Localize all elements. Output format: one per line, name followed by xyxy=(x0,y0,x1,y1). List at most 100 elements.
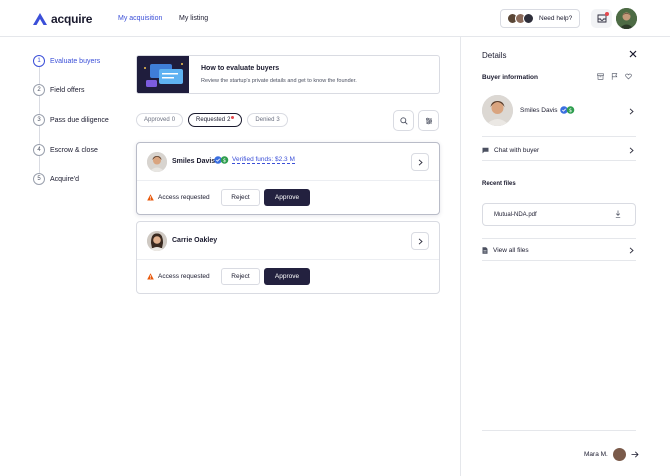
warning-icon xyxy=(147,273,154,280)
step-label: Pass due diligence xyxy=(50,116,109,124)
avatar xyxy=(523,13,534,24)
step-number: 1 xyxy=(33,55,45,67)
view-all-label: View all files xyxy=(493,247,529,254)
step-number: 3 xyxy=(33,114,45,126)
access-status: Access requested xyxy=(147,194,210,201)
open-buyer-button[interactable] xyxy=(411,232,429,250)
chevron-right-icon xyxy=(629,108,634,115)
tab-count: 2 xyxy=(227,117,231,123)
chat-label: Chat with buyer xyxy=(494,147,540,154)
logo-icon xyxy=(33,13,47,25)
avatar xyxy=(147,231,167,251)
inbox-button[interactable] xyxy=(591,9,612,28)
nav-my-acquisition[interactable]: My acquisition xyxy=(118,15,162,22)
download-icon[interactable] xyxy=(615,210,621,218)
chevron-right-icon xyxy=(418,237,423,245)
verified-funds[interactable]: $ Verified funds: $2.3 M xyxy=(214,156,295,164)
buyer-profile-row[interactable]: Smiles Davis $ xyxy=(482,95,636,131)
flag-icon[interactable] xyxy=(611,73,618,80)
step-number: 2 xyxy=(33,84,45,96)
notification-dot xyxy=(605,12,609,16)
tab-approved[interactable]: Approved 0 xyxy=(136,113,184,127)
user-avatar-image xyxy=(616,8,637,29)
step-label: Evaluate buyers xyxy=(50,57,101,65)
owner-name: Mara M. xyxy=(584,451,608,458)
chat-illustration-icon xyxy=(137,56,189,93)
tab-count: 0 xyxy=(171,117,176,123)
arrow-right-icon[interactable] xyxy=(631,451,639,458)
step-label: Field offers xyxy=(50,86,85,94)
need-help-button[interactable]: Need help? xyxy=(500,9,580,28)
chevron-right-icon xyxy=(629,147,634,154)
recent-files-title: Recent files xyxy=(482,181,516,187)
buyer-card[interactable]: Smiles Davis $ Verified funds: $2.3 M Ac… xyxy=(136,142,440,215)
step-number: 5 xyxy=(33,173,45,185)
banner-subtitle: Review the startup's private details and… xyxy=(201,78,357,84)
approve-button[interactable]: Approve xyxy=(264,189,310,206)
step-pass-due-diligence[interactable]: 3 Pass due diligence xyxy=(33,114,109,126)
reject-button[interactable]: Reject xyxy=(221,268,260,285)
panel-title: Details xyxy=(482,51,507,60)
tab-label: Requested xyxy=(196,117,226,123)
file-name: Mutual-NDA.pdf xyxy=(494,211,537,218)
banner-illustration xyxy=(137,56,189,93)
archive-icon[interactable] xyxy=(597,73,604,80)
open-buyer-button[interactable] xyxy=(411,153,429,171)
top-nav: acquire My acquisition My listing Need h… xyxy=(0,0,670,37)
step-escrow-close[interactable]: 4 Escrow & close xyxy=(33,144,98,156)
step-acquired[interactable]: 5 Acquire'd xyxy=(33,173,79,185)
status-label: Access requested xyxy=(158,194,210,201)
chevron-right-icon xyxy=(418,158,423,166)
need-help-label: Need help? xyxy=(539,15,573,22)
verified-badge-icon: $ xyxy=(560,106,575,114)
reject-button[interactable]: Reject xyxy=(221,189,260,206)
step-field-offers[interactable]: 2 Field offers xyxy=(33,84,85,96)
brand-name: acquire xyxy=(51,12,93,26)
divider xyxy=(482,238,636,239)
step-label: Acquire'd xyxy=(50,175,79,183)
tab-count: 3 xyxy=(276,117,280,123)
heart-icon[interactable] xyxy=(625,73,632,80)
buyer-actions xyxy=(597,73,632,80)
advisor-avatars xyxy=(507,13,534,24)
svg-text:$: $ xyxy=(569,108,572,114)
close-icon[interactable] xyxy=(629,50,637,58)
banner-title: How to evaluate buyers xyxy=(201,65,280,72)
view-all-files-row[interactable]: View all files xyxy=(482,241,636,261)
search-icon xyxy=(399,116,408,125)
brand-logo[interactable]: acquire xyxy=(33,12,92,26)
search-button[interactable] xyxy=(393,110,414,131)
filter-button[interactable] xyxy=(418,110,439,131)
listing-owner[interactable]: Mara M. xyxy=(584,448,639,461)
buyer-card[interactable]: Carrie Oakley Access requested Reject Ap… xyxy=(136,221,440,294)
divider xyxy=(482,430,636,431)
step-number: 4 xyxy=(33,144,45,156)
status-label: Access requested xyxy=(158,273,210,280)
avatar xyxy=(612,448,626,461)
tab-label: Denied xyxy=(255,117,275,123)
chevron-right-icon xyxy=(629,247,634,254)
chat-icon xyxy=(482,147,489,154)
access-status: Access requested xyxy=(147,273,210,280)
buyer-name: Carrie Oakley xyxy=(172,237,218,244)
buyer-info-title: Buyer information xyxy=(482,74,538,81)
buyer-name: Smiles Davis xyxy=(520,107,558,114)
nav-my-listing[interactable]: My listing xyxy=(179,15,208,22)
user-avatar[interactable] xyxy=(616,8,637,29)
verified-badge-icon: $ xyxy=(214,156,229,164)
avatar xyxy=(147,152,167,172)
approve-button[interactable]: Approve xyxy=(264,268,310,285)
step-label: Escrow & close xyxy=(50,146,98,154)
tab-requested[interactable]: Requested 2 xyxy=(188,113,243,127)
divider xyxy=(482,136,636,137)
notification-dot xyxy=(231,116,235,119)
chat-with-buyer-row[interactable]: Chat with buyer xyxy=(482,141,636,161)
file-icon xyxy=(482,247,488,254)
tab-denied[interactable]: Denied 3 xyxy=(247,113,288,127)
step-evaluate-buyers[interactable]: 1 Evaluate buyers xyxy=(33,55,100,67)
verified-funds-label: Verified funds: $2.3 M xyxy=(232,156,295,164)
tab-label: Approved xyxy=(144,117,170,123)
file-item[interactable]: Mutual-NDA.pdf xyxy=(482,203,636,226)
how-to-banner[interactable]: How to evaluate buyers Review the startu… xyxy=(136,55,440,94)
warning-icon xyxy=(147,194,154,201)
